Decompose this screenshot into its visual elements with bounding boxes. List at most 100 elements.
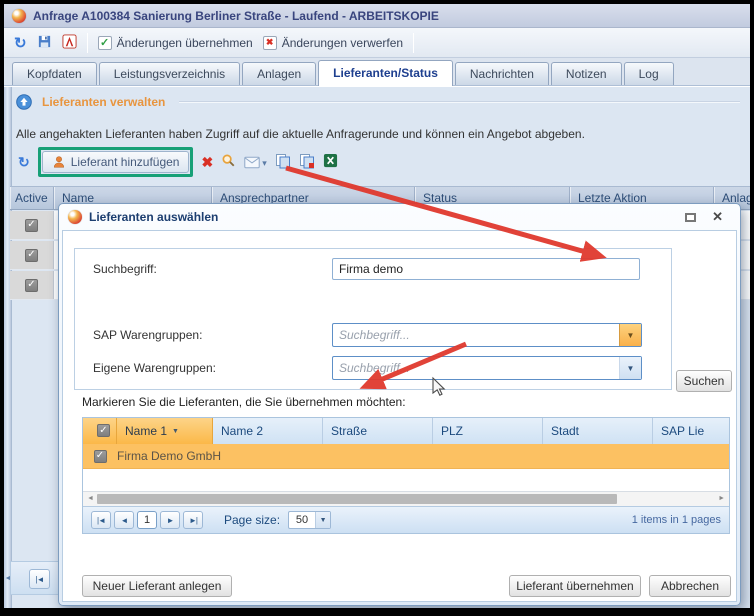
copy-with-status-icon[interactable] bbox=[299, 153, 315, 172]
dialog-titlebar: Lieferanten auswählen ✕ bbox=[62, 204, 737, 230]
col-stadt[interactable]: Stadt bbox=[543, 418, 653, 444]
tab-anlagen[interactable]: Anlagen bbox=[242, 62, 316, 85]
pdf-export-icon[interactable] bbox=[62, 34, 77, 52]
cancel-button[interactable]: Abbrechen bbox=[649, 575, 731, 597]
scrollbar-thumb[interactable] bbox=[97, 494, 617, 504]
toolbar-separator bbox=[87, 33, 88, 53]
own-groups-combobox[interactable] bbox=[332, 356, 642, 380]
search-button[interactable]: Suchen bbox=[676, 370, 732, 392]
first-page-button[interactable] bbox=[29, 569, 50, 589]
apply-check-icon bbox=[98, 36, 112, 50]
copy-suppliers-icon[interactable] bbox=[275, 153, 291, 172]
supplier-info-text: Alle angehakten Lieferanten haben Zugrif… bbox=[16, 127, 585, 141]
maximize-icon[interactable] bbox=[685, 213, 696, 222]
first-page-button[interactable] bbox=[91, 511, 111, 529]
section-divider bbox=[179, 101, 740, 103]
col-sap-lieferant[interactable]: SAP Lie bbox=[653, 418, 729, 444]
toolbar-separator bbox=[413, 33, 414, 53]
discard-changes-label: Änderungen verwerfen bbox=[282, 36, 403, 50]
refresh-suppliers-icon[interactable] bbox=[18, 154, 30, 171]
tab-leistungsverzeichnis[interactable]: Leistungsverzeichnis bbox=[99, 62, 240, 85]
sap-groups-combobox[interactable] bbox=[332, 323, 642, 347]
search-icon[interactable] bbox=[221, 153, 236, 171]
collapse-section-icon[interactable] bbox=[16, 94, 32, 110]
row-name1: Firma Demo GmbH bbox=[117, 449, 221, 463]
discard-changes-button[interactable]: Änderungen verwerfen bbox=[263, 36, 403, 50]
window-titlebar: Anfrage A100384 Sanierung Berliner Straß… bbox=[4, 4, 750, 28]
last-page-button[interactable] bbox=[183, 511, 203, 529]
active-checkbox[interactable] bbox=[25, 279, 38, 292]
person-icon bbox=[52, 155, 66, 169]
app-logo-icon bbox=[12, 9, 26, 23]
section-header: Lieferanten verwalten bbox=[16, 93, 740, 111]
select-all-cell bbox=[83, 418, 117, 444]
annotation-highlight-box: Lieferant hinzufügen bbox=[38, 147, 194, 177]
current-page-box[interactable]: 1 bbox=[137, 511, 157, 529]
screenshot-frame: Anfrage A100384 Sanierung Berliner Straß… bbox=[0, 0, 754, 616]
tab-kopfdaten[interactable]: Kopfdaten bbox=[12, 62, 97, 85]
new-supplier-button[interactable]: Neuer Lieferant anlegen bbox=[82, 575, 232, 597]
next-page-button[interactable] bbox=[160, 511, 180, 529]
supplier-select-table: Name 1 Name 2 Straße PLZ Stadt SAP Lie F… bbox=[82, 417, 730, 534]
add-supplier-button[interactable]: Lieferant hinzufügen bbox=[42, 151, 190, 173]
refresh-icon[interactable] bbox=[14, 34, 27, 52]
excel-export-icon[interactable] bbox=[323, 153, 338, 171]
window-title: Anfrage A100384 Sanierung Berliner Straß… bbox=[33, 9, 439, 23]
section-title: Lieferanten verwalten bbox=[42, 95, 165, 109]
mark-suppliers-text: Markieren Sie die Lieferanten, die Sie ü… bbox=[82, 395, 406, 409]
dialog-logo-icon bbox=[68, 210, 82, 224]
col-name1[interactable]: Name 1 bbox=[117, 418, 213, 444]
page-size-select[interactable]: 50 bbox=[288, 511, 331, 529]
supplier-table-pager bbox=[10, 561, 59, 595]
tab-log[interactable]: Log bbox=[624, 62, 674, 85]
own-groups-dropdown-icon[interactable] bbox=[619, 357, 641, 379]
active-checkbox[interactable] bbox=[25, 219, 38, 232]
sap-groups-label: SAP Warengruppen: bbox=[93, 328, 202, 342]
dialog-title: Lieferanten auswählen bbox=[89, 210, 218, 224]
table-header-row: Name 1 Name 2 Straße PLZ Stadt SAP Lie bbox=[83, 418, 729, 444]
main-toolbar: Änderungen übernehmen Änderungen verwerf… bbox=[4, 28, 750, 58]
supplier-result-row[interactable]: Firma Demo GmbH bbox=[83, 444, 729, 469]
select-suppliers-dialog: Lieferanten auswählen ✕ Suchbegriff: SAP… bbox=[58, 203, 741, 606]
tab-lieferanten-status[interactable]: Lieferanten/Status bbox=[318, 60, 453, 86]
scroll-right-icon[interactable]: ► bbox=[718, 495, 725, 502]
send-mail-dropdown[interactable] bbox=[244, 155, 267, 169]
horizontal-scrollbar[interactable]: ◄ ► bbox=[83, 491, 729, 506]
supplier-toolbar: Lieferant hinzufügen bbox=[10, 145, 338, 179]
select-all-checkbox[interactable] bbox=[97, 424, 110, 437]
sap-groups-dropdown-icon[interactable] bbox=[619, 324, 641, 346]
active-cell bbox=[10, 211, 54, 239]
close-icon[interactable]: ✕ bbox=[712, 209, 723, 225]
discard-x-icon bbox=[263, 36, 277, 50]
col-name2[interactable]: Name 2 bbox=[213, 418, 323, 444]
page-size-dropdown-icon[interactable] bbox=[315, 512, 330, 528]
dialog-body: Suchbegriff: SAP Warengruppen: Eigene Wa… bbox=[62, 230, 737, 602]
prev-page-button[interactable] bbox=[114, 511, 134, 529]
delete-supplier-icon[interactable] bbox=[201, 154, 213, 171]
tab-notizen[interactable]: Notizen bbox=[551, 62, 622, 85]
scroll-left-icon[interactable]: ◄ bbox=[87, 495, 94, 502]
take-supplier-button[interactable]: Lieferant übernehmen bbox=[509, 575, 641, 597]
row-checkbox[interactable] bbox=[94, 450, 107, 463]
sort-desc-icon bbox=[167, 424, 179, 438]
mail-icon bbox=[244, 156, 260, 169]
apply-changes-label: Änderungen übernehmen bbox=[117, 36, 253, 50]
app-window: Anfrage A100384 Sanierung Berliner Straß… bbox=[4, 4, 750, 608]
search-term-input[interactable] bbox=[332, 258, 640, 280]
pager-summary: 1 items in 1 pages bbox=[632, 514, 721, 526]
tab-nachrichten[interactable]: Nachrichten bbox=[455, 62, 549, 85]
col-strasse[interactable]: Straße bbox=[323, 418, 433, 444]
search-term-label: Suchbegriff: bbox=[93, 262, 157, 276]
apply-changes-button[interactable]: Änderungen übernehmen bbox=[98, 36, 253, 50]
col-active[interactable]: Active bbox=[10, 187, 54, 209]
active-checkbox[interactable] bbox=[25, 249, 38, 262]
page-size-value: 50 bbox=[289, 512, 315, 528]
own-groups-input[interactable] bbox=[333, 357, 619, 379]
own-groups-label: Eigene Warengruppen: bbox=[93, 361, 216, 375]
col-plz[interactable]: PLZ bbox=[433, 418, 543, 444]
sap-groups-input[interactable] bbox=[333, 324, 619, 346]
active-cell bbox=[10, 241, 54, 269]
table-pager: 1 Page size: 50 1 items in 1 pages bbox=[83, 506, 729, 533]
page-size-label: Page size: bbox=[224, 513, 280, 527]
save-icon[interactable] bbox=[37, 34, 52, 52]
